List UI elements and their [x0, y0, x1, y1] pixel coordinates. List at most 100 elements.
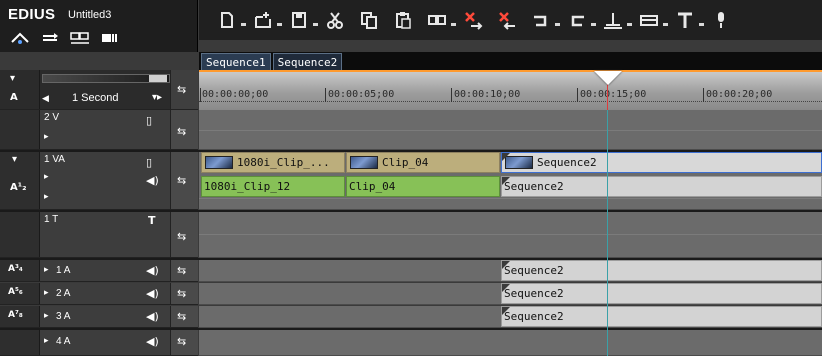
video-mute-icon[interactable]: ▯ [146, 156, 152, 169]
sequence-audio-clip[interactable]: Sequence2 [501, 176, 822, 197]
ruler-major-tick [451, 88, 452, 102]
expand-icon[interactable]: ▸ [44, 288, 49, 298]
speaker-icon[interactable]: ◀) [146, 310, 159, 323]
track-lane-4a[interactable] [199, 330, 822, 356]
text-icon[interactable] [673, 8, 697, 32]
clip-label: Clip_04 [382, 156, 429, 169]
expand-icon[interactable]: ▸ [44, 265, 49, 275]
clip-thumbnail [205, 156, 233, 169]
undo-dropdown[interactable] [553, 8, 565, 32]
copy-icon[interactable] [357, 8, 381, 32]
sync-icon[interactable]: ⇆ [177, 125, 186, 138]
track-mode-icon[interactable] [10, 30, 30, 44]
audio-clip[interactable]: Clip_04 [346, 176, 500, 197]
add-track-icon[interactable] [251, 8, 275, 32]
collapse-icon[interactable]: ▾ [12, 154, 17, 165]
delete-icon[interactable] [461, 8, 485, 32]
track-header-1a: A³₄ ▸ 1 A ◀) ⇆ [0, 260, 198, 282]
voice-over-icon[interactable] [709, 8, 733, 32]
sequence-audio-clip[interactable]: Sequence2 [501, 283, 822, 304]
timeline-cursor-marker [607, 84, 608, 110]
expand-icon[interactable]: ▸ [44, 311, 49, 321]
sync-icon[interactable]: ⇆ [177, 264, 186, 277]
audio-lock-icon[interactable]: A [10, 92, 18, 103]
group-icon[interactable] [100, 30, 120, 44]
track-lane-3a[interactable]: Sequence2 [199, 306, 822, 328]
audio-channel-map-icon[interactable]: A¹₂ [10, 182, 27, 193]
scale-left-icon[interactable]: ◀ [42, 94, 49, 104]
collapse-all-icon[interactable]: ▾ [10, 73, 15, 84]
main-toolbar [199, 0, 822, 40]
expand-icon[interactable]: ▸ [44, 336, 49, 346]
new-sequence-icon[interactable] [215, 8, 239, 32]
audio-channel-map-icon[interactable]: A⁷₈ [8, 310, 23, 320]
paste-icon[interactable] [391, 8, 415, 32]
set-in-dropdown[interactable] [625, 8, 637, 32]
sequence-audio-clip[interactable]: Sequence2 [501, 306, 822, 327]
track-lane-2a[interactable]: Sequence2 [199, 283, 822, 305]
app-title-area: EDIUS Untitled3 [0, 0, 198, 52]
link-icon[interactable] [70, 30, 90, 44]
track-lane-1t[interactable] [199, 212, 822, 258]
video-mute-icon[interactable]: ▯ [146, 114, 152, 127]
audio-channel-map-icon[interactable]: A⁵₆ [8, 287, 23, 297]
timescale-dropdown-icon[interactable]: ▾▸ [152, 92, 162, 103]
sequence-clip[interactable]: Sequence2 [501, 152, 822, 173]
undo-icon[interactable] [529, 8, 553, 32]
sequence-audio-clip[interactable]: Sequence2 [501, 260, 822, 281]
expand-icon[interactable]: ▸ [44, 132, 49, 142]
zoom-slider[interactable] [42, 74, 170, 83]
speaker-icon[interactable]: ◀) [146, 287, 159, 300]
zoom-slider-thumb[interactable] [149, 75, 167, 82]
save-dropdown[interactable] [311, 8, 323, 32]
ruler-major-tick [703, 88, 704, 102]
add-track-dropdown[interactable] [275, 8, 287, 32]
insert-mode-dropdown[interactable] [449, 8, 461, 32]
render-dropdown[interactable] [661, 8, 673, 32]
ruler-timecode: 00:00:10;00 [454, 89, 521, 100]
sync-icon[interactable]: ⇆ [177, 287, 186, 300]
video-clip[interactable]: 1080i_Clip_... [201, 152, 345, 173]
audio-clip[interactable]: 1080i_Clip_12 [201, 176, 345, 197]
sync-icon[interactable]: ⇆ [177, 310, 186, 323]
set-in-icon[interactable] [601, 8, 625, 32]
ripple-delete-icon[interactable] [495, 8, 519, 32]
video-clip[interactable]: Clip_04 [346, 152, 500, 173]
ruler-timecode: 00:00:15;00 [580, 89, 647, 100]
clip-thumbnail [350, 156, 378, 169]
cut-icon[interactable] [323, 8, 347, 32]
speaker-icon[interactable]: ◀) [146, 174, 159, 187]
save-icon[interactable] [287, 8, 311, 32]
playhead-handle[interactable] [594, 71, 622, 85]
expand-icon[interactable]: ▸ [44, 192, 49, 202]
speaker-icon[interactable]: ◀) [146, 264, 159, 277]
sync-lock-icon[interactable] [40, 30, 60, 44]
render-icon[interactable] [637, 8, 661, 32]
redo-dropdown[interactable] [589, 8, 601, 32]
sync-icon[interactable]: ⇆ [177, 230, 186, 243]
expand-icon[interactable]: ▸ [44, 172, 49, 182]
sync-icon[interactable]: ⇆ [177, 335, 186, 348]
track-lane-2v[interactable] [199, 110, 822, 150]
tab-sequence1[interactable]: Sequence1 [201, 53, 271, 70]
clip-label: Sequence2 [537, 156, 597, 169]
speaker-icon[interactable]: ◀) [146, 335, 159, 348]
sync-icon[interactable]: ⇆ [177, 83, 186, 96]
tab-sequence2[interactable]: Sequence2 [272, 53, 343, 70]
new-sequence-dropdown[interactable] [239, 8, 251, 32]
text-dropdown[interactable] [697, 8, 709, 32]
track-lane-1va[interactable]: 1080i_Clip_... Clip_04 Sequence2 1080i_C… [199, 152, 822, 210]
sequence-tabs: Sequence1 Sequence2 [199, 52, 822, 70]
timeline-cursor [607, 110, 608, 356]
insert-mode-icon[interactable] [425, 8, 449, 32]
track-lane-1a[interactable]: Sequence2 [199, 260, 822, 282]
sync-icon[interactable]: ⇆ [177, 174, 186, 187]
timescale-value[interactable]: 1 Second [72, 92, 118, 104]
clip-label: Sequence2 [504, 287, 564, 300]
track-name: 2 V [44, 112, 60, 123]
ruler-major-tick [200, 88, 201, 102]
timeline-ruler[interactable]: 00:00:00;00 00:00:05;00 00:00:10;00 00:0… [199, 70, 822, 110]
redo-icon[interactable] [565, 8, 589, 32]
audio-channel-map-icon[interactable]: A³₄ [8, 264, 23, 274]
track-name: 1 VA [44, 154, 65, 165]
